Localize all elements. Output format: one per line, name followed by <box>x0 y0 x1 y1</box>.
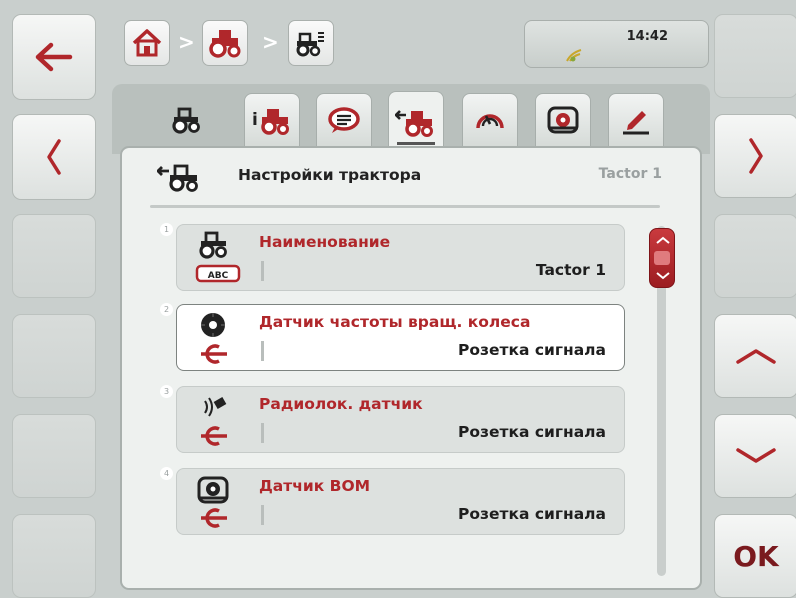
pto-icon <box>547 106 579 134</box>
tractor-icon <box>209 30 241 58</box>
softkey-right-3[interactable] <box>714 214 796 298</box>
breadcrumb-tractor-settings[interactable] <box>288 20 334 66</box>
pencil-icon <box>623 111 649 135</box>
status-area: 14:42 <box>524 20 709 68</box>
scroll-up-button[interactable] <box>714 314 796 398</box>
gauge-icon <box>476 114 504 129</box>
tractor-name-label: Tactor 1 <box>598 166 662 182</box>
svg-text:i: i <box>252 110 258 130</box>
value-bar <box>261 261 264 281</box>
value-bar <box>261 341 264 361</box>
abc-label-icon: ABC <box>195 264 241 283</box>
clock-time: 14:42 <box>626 29 668 44</box>
ok-button[interactable]: OK <box>714 514 796 598</box>
softkey-left-6[interactable] <box>12 514 96 598</box>
tab-gauge[interactable] <box>462 93 518 147</box>
signal-socket-icon <box>201 426 227 446</box>
next-page-button[interactable] <box>714 114 796 198</box>
scrollbar-thumb[interactable] <box>649 228 675 288</box>
tractor-settings-icon <box>395 109 433 137</box>
tab-pto[interactable] <box>535 93 591 147</box>
page-title: Настройки трактора <box>238 166 422 184</box>
chevron-down-icon <box>736 448 776 463</box>
chevron-up-icon <box>736 349 776 364</box>
speech-bubble-icon <box>328 107 360 133</box>
item-number: 4 <box>160 467 173 480</box>
softkey-left-5[interactable] <box>12 414 96 498</box>
item-label: Датчик частоты вращ. колеса <box>259 313 531 331</box>
tractor-icon <box>199 231 227 259</box>
item-value: Розетка сигнала <box>457 341 606 359</box>
chevron-up-icon <box>656 236 670 244</box>
tab-edit[interactable] <box>608 93 664 147</box>
wheel-sensor-icon <box>201 313 225 337</box>
gps-signal-icon <box>566 49 582 62</box>
softkey-left-4[interactable] <box>12 314 96 398</box>
ok-label: OK <box>733 539 779 573</box>
tractor-implement-icon <box>296 32 324 57</box>
item-number: 2 <box>160 303 173 316</box>
list-item-name[interactable]: 1 ABC Наименование Tactor 1 <box>160 223 625 291</box>
signal-socket-icon <box>201 508 227 528</box>
tractor-info-icon: i <box>252 109 289 135</box>
arrow-left-icon <box>35 42 73 72</box>
tab-messages[interactable] <box>316 93 372 147</box>
chevron-left-icon <box>47 139 61 175</box>
home-icon <box>132 29 162 57</box>
list-item-wheel-speed-sensor[interactable]: 2 Датчик частоты вращ. колеса Розетка си… <box>160 303 625 371</box>
radar-sensor-icon <box>204 397 227 417</box>
breadcrumb-tractor[interactable] <box>202 20 248 66</box>
tractor-icon <box>172 107 200 134</box>
signal-socket-icon <box>201 344 227 364</box>
tractor-settings-panel: Настройки трактора Tactor 1 1 ABC Наимен… <box>120 146 702 590</box>
chevron-down-icon <box>656 272 670 280</box>
item-label: Наименование <box>259 233 391 251</box>
breadcrumb-separator: > <box>178 30 195 54</box>
item-number: 1 <box>160 223 173 236</box>
list-item-pto-sensor[interactable]: 4 Датчик ВОМ Розетка сигнала <box>160 467 625 535</box>
divider <box>150 205 660 208</box>
tab-tractor-info[interactable]: i <box>244 93 300 147</box>
value-bar <box>261 505 264 525</box>
item-value: Tactor 1 <box>535 261 606 279</box>
tab-tractor-settings[interactable] <box>388 91 444 151</box>
tractor-settings-icon <box>157 164 198 192</box>
item-number: 3 <box>160 385 173 398</box>
softkey-left-3[interactable] <box>12 214 96 298</box>
tab-tractor[interactable] <box>158 93 214 147</box>
item-value: Розетка сигнала <box>457 423 606 441</box>
back-button[interactable] <box>12 14 96 100</box>
list-item-radar-sensor[interactable]: 3 Радиолок. датчик Розетка сигнала <box>160 385 625 453</box>
breadcrumb-separator-2: > <box>262 30 279 54</box>
svg-text:ABC: ABC <box>208 271 229 281</box>
softkey-right-1[interactable] <box>714 14 796 98</box>
item-label: Радиолок. датчик <box>259 395 423 413</box>
breadcrumb-home[interactable] <box>124 20 170 66</box>
value-bar <box>261 423 264 443</box>
item-value: Розетка сигнала <box>457 505 606 523</box>
scroll-down-button[interactable] <box>714 414 796 498</box>
chevron-right-icon <box>749 138 763 174</box>
pto-icon <box>197 476 229 504</box>
previous-page-button[interactable] <box>12 114 96 200</box>
item-label: Датчик ВОМ <box>259 477 371 495</box>
